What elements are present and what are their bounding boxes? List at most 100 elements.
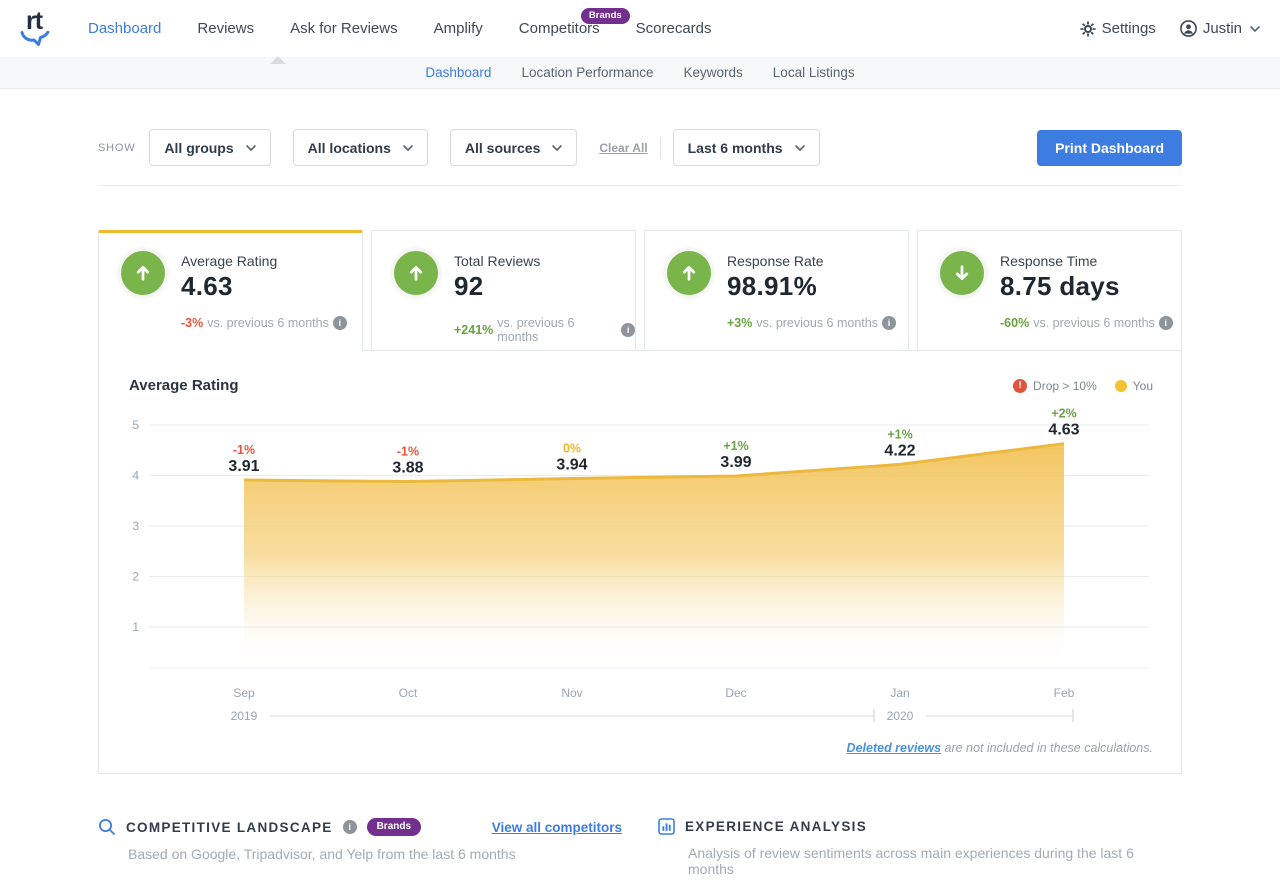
chevron-down-icon [795, 145, 805, 151]
chart-title: Average Rating [129, 377, 238, 394]
subnav-dashboard[interactable]: Dashboard [425, 65, 491, 80]
filters-bar: SHOW All groups All locations All source… [98, 129, 1182, 166]
section-competitive-landscape: COMPETITIVE LANDSCAPE i Brands View all … [98, 818, 622, 877]
deleted-reviews-link[interactable]: Deleted reviews [847, 741, 942, 755]
svg-text:4.22: 4.22 [884, 442, 915, 459]
chart-panel: Average Rating ! Drop > 10% You 12345-1%… [98, 350, 1182, 774]
svg-text:Nov: Nov [561, 686, 582, 700]
subnav-location-performance[interactable]: Location Performance [521, 65, 653, 80]
subnav-keywords[interactable]: Keywords [684, 65, 743, 80]
stat-title: Response Rate [727, 253, 896, 269]
svg-text:2: 2 [132, 570, 139, 584]
svg-text:Jan: Jan [890, 686, 909, 700]
svg-text:2020: 2020 [887, 709, 914, 723]
print-dashboard-button[interactable]: Print Dashboard [1037, 130, 1182, 166]
stat-tabs: Average Rating 4.63 -3% vs. previous 6 m… [98, 230, 1182, 351]
app-logo[interactable]: rt [20, 11, 66, 46]
nav-ask-for-reviews[interactable]: Ask for Reviews [290, 20, 398, 37]
svg-text:-1%: -1% [397, 445, 419, 459]
chart-footnote: Deleted reviews are not included in thes… [99, 741, 1181, 755]
trend-up-icon [121, 251, 165, 295]
svg-text:1: 1 [132, 620, 139, 634]
section-title: EXPERIENCE ANALYSIS [685, 819, 867, 834]
section-description: Based on Google, Tripadvisor, and Yelp f… [128, 846, 622, 862]
sources-dropdown[interactable]: All sources [450, 129, 577, 166]
stat-value: 98.91% [727, 271, 896, 302]
main-nav: Dashboard Reviews Ask for Reviews Amplif… [88, 20, 712, 37]
logo-swoosh-icon [20, 31, 50, 46]
chevron-down-icon [552, 145, 562, 151]
svg-text:+2%: +2% [1051, 407, 1076, 421]
trend-up-icon [667, 251, 711, 295]
legend-drop: ! Drop > 10% [1013, 379, 1097, 393]
show-label: SHOW [98, 142, 135, 154]
nav-reviews[interactable]: Reviews [197, 20, 254, 37]
info-icon[interactable]: i [343, 820, 357, 834]
legend-you: You [1115, 379, 1153, 393]
filter-divider [660, 137, 661, 159]
svg-text:Oct: Oct [399, 686, 418, 700]
nav-scorecards[interactable]: Scorecards [636, 20, 712, 37]
section-experience-analysis: EXPERIENCE ANALYSIS Analysis of review s… [658, 818, 1182, 877]
stat-value: 92 [454, 271, 635, 302]
stat-card-average-rating[interactable]: Average Rating 4.63 -3% vs. previous 6 m… [98, 230, 363, 351]
locations-dropdown[interactable]: All locations [293, 129, 428, 166]
top-nav: rt Dashboard Reviews Ask for Reviews Amp… [0, 0, 1280, 57]
average-rating-chart: 12345-1%3.91-1%3.880%3.94+1%3.99+1%4.22+… [99, 400, 1181, 739]
user-menu[interactable]: Justin [1180, 20, 1260, 37]
stat-title: Response Time [1000, 253, 1173, 269]
stat-title: Total Reviews [454, 253, 635, 269]
info-icon[interactable]: i [333, 316, 347, 330]
svg-text:Feb: Feb [1054, 686, 1075, 700]
logo-text: rt [26, 11, 42, 31]
info-icon[interactable]: i [1159, 316, 1173, 330]
svg-text:Sep: Sep [233, 686, 255, 700]
stat-change: -3% vs. previous 6 months i [181, 316, 347, 330]
groups-dropdown[interactable]: All groups [149, 129, 270, 166]
stat-change: +3% vs. previous 6 months i [727, 316, 896, 330]
chevron-down-icon [403, 145, 413, 151]
svg-text:2019: 2019 [231, 709, 258, 723]
info-icon[interactable]: i [882, 316, 896, 330]
stat-change: +241% vs. previous 6 months i [454, 316, 635, 344]
clear-all-link[interactable]: Clear All [599, 141, 647, 155]
svg-text:3.94: 3.94 [556, 457, 587, 474]
nav-amplify[interactable]: Amplify [434, 20, 483, 37]
stat-change: -60% vs. previous 6 months i [1000, 316, 1173, 330]
svg-text:3.99: 3.99 [720, 454, 751, 471]
bar-chart-icon [658, 818, 675, 835]
info-icon[interactable]: i [621, 323, 635, 337]
stat-card-response-rate[interactable]: Response Rate 98.91% +3% vs. previous 6 … [644, 230, 909, 351]
nav-dashboard[interactable]: Dashboard [88, 20, 161, 37]
chevron-down-icon [1250, 26, 1260, 32]
view-all-competitors-link[interactable]: View all competitors [492, 820, 622, 835]
you-dot-icon [1115, 380, 1127, 392]
svg-text:4: 4 [132, 469, 139, 483]
stat-card-response-time[interactable]: Response Time 8.75 days -60% vs. previou… [917, 230, 1182, 351]
sub-nav: Dashboard Location Performance Keywords … [0, 57, 1280, 89]
stat-card-total-reviews[interactable]: Total Reviews 92 +241% vs. previous 6 mo… [371, 230, 636, 351]
svg-text:Dec: Dec [725, 686, 746, 700]
svg-text:0%: 0% [563, 442, 581, 456]
gear-icon [1080, 21, 1096, 37]
chart-legend: ! Drop > 10% You [1013, 379, 1153, 393]
svg-text:4.63: 4.63 [1048, 422, 1079, 439]
svg-text:+1%: +1% [887, 427, 912, 441]
svg-text:5: 5 [132, 418, 139, 432]
section-title: COMPETITIVE LANDSCAPE [126, 820, 333, 835]
settings-button[interactable]: Settings [1080, 20, 1156, 37]
stat-title: Average Rating [181, 253, 347, 269]
trend-down-icon [940, 251, 984, 295]
trend-up-icon [394, 251, 438, 295]
date-range-dropdown[interactable]: Last 6 months [673, 129, 820, 166]
subnav-local-listings[interactable]: Local Listings [773, 65, 855, 80]
user-name: Justin [1203, 20, 1242, 37]
nav-competitors[interactable]: Competitors Brands [519, 20, 600, 37]
svg-text:+1%: +1% [723, 439, 748, 453]
section-divider [98, 185, 1182, 186]
brands-badge: Brands [367, 818, 421, 836]
alert-icon: ! [1013, 379, 1027, 393]
svg-text:3.91: 3.91 [228, 458, 259, 475]
user-icon [1180, 20, 1197, 37]
stat-value: 8.75 days [1000, 271, 1173, 302]
